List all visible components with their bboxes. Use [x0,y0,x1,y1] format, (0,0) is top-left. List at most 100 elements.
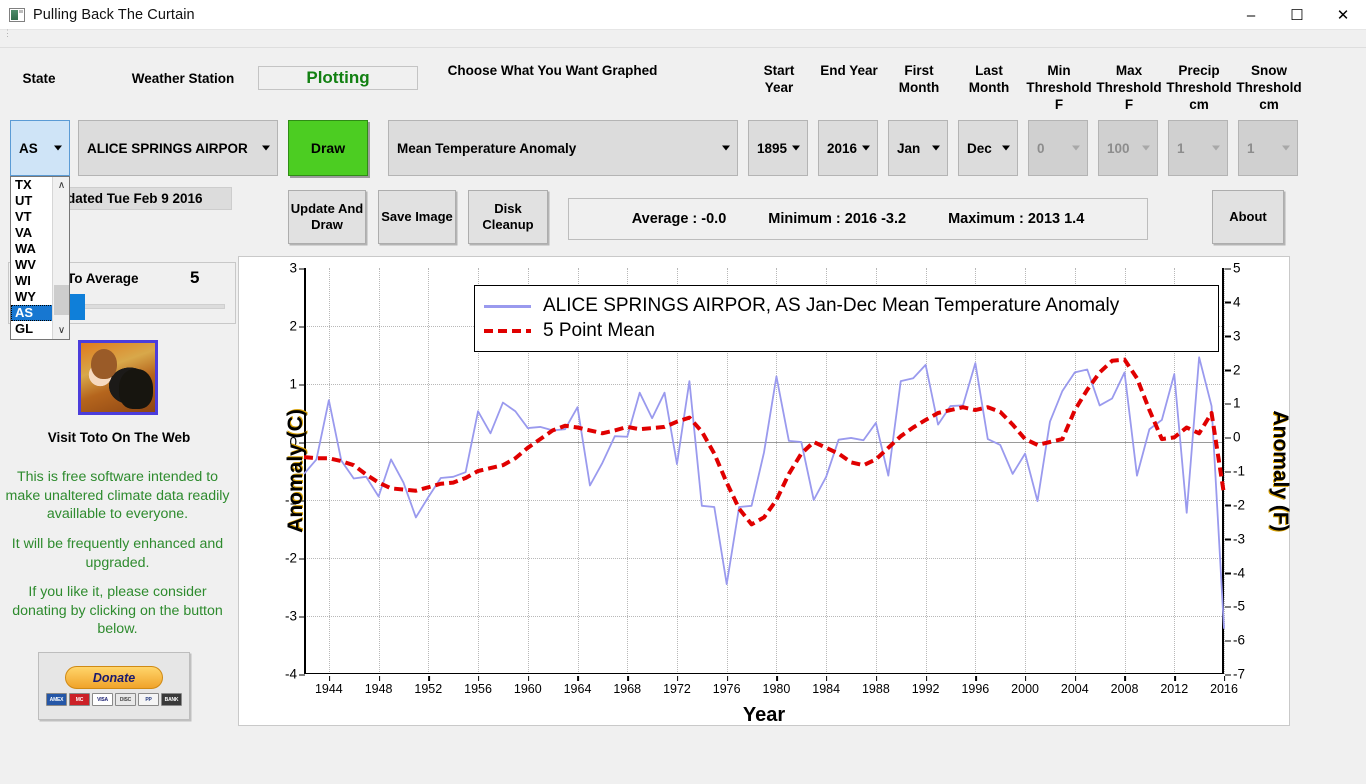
max-threshold-select[interactable]: 100 [1098,120,1158,176]
x-tick-1988: 1988 [861,676,890,696]
window-controls: – ☐ ✕ [1228,0,1366,30]
end-year-value: 2016 [827,140,858,156]
x-tick-2016: 2016 [1210,676,1238,696]
state-dropdown-list[interactable]: TX UT VT VA WA WV WI WY AS GL ∧ ∨ [10,176,70,340]
points-to-average-value: 5 [190,268,200,287]
window-title-bar: Pulling Back The Curtain – ☐ ✕ [0,0,1366,30]
precip-threshold-select[interactable]: 1 [1168,120,1228,176]
stat-maximum: Maximum : 2013 1.4 [948,211,1085,227]
update-and-draw-button[interactable]: Update And Draw [288,190,366,244]
series-line-anomaly [304,357,1224,628]
chart-panel: 3 2 1 0 -1 -2 -3 -4 5 4 3 2 1 0 -1 -2 -3 -4 -5 -6 -7 1944 19… [238,256,1292,727]
snow-threshold-value: 1 [1247,140,1255,156]
precip-threshold-value: 1 [1177,140,1185,156]
x-tick-2008: 2008 [1110,676,1139,696]
x-tick-1996: 1996 [961,676,990,696]
close-icon[interactable]: ✕ [1320,0,1366,30]
chevron-down-icon [1212,145,1220,151]
label-state: State [22,71,56,86]
scroll-down-icon[interactable]: ∨ [53,322,69,339]
weather-station-select[interactable]: ALICE SPRINGS AIRPOR [78,120,278,176]
end-year-select[interactable]: 2016 [818,120,878,176]
label-precip-threshold: Precip Threshold cm [1166,63,1232,112]
label-choose-graph: Choose What You Want Graphed [447,63,658,78]
x-tick-1972: 1972 [663,676,691,696]
about-button[interactable]: About [1212,190,1284,244]
label-end-year: End Year [820,63,878,78]
min-threshold-value: 0 [1037,140,1045,156]
x-tick-1948: 1948 [364,676,393,696]
y-tick-left-2: 2 [289,318,305,334]
y-tick-right--6: -6 [1224,632,1246,648]
save-image-button[interactable]: Save Image [378,190,456,244]
draw-button[interactable]: Draw [288,120,368,176]
chart-legend: ALICE SPRINGS AIRPOR, AS Jan-Dec Mean Te… [474,285,1219,352]
x-tick-2004: 2004 [1060,676,1089,696]
blurb-line-2: It will be frequently enhanced and upgra… [11,536,224,571]
min-threshold-select[interactable]: 0 [1028,120,1088,176]
chevron-down-icon [792,145,800,151]
chevron-down-icon [1072,145,1080,151]
legend-line-swatch [484,304,531,308]
disk-cleanup-button[interactable]: Disk Cleanup [468,190,548,244]
chevron-down-icon [1282,145,1290,151]
x-tick-1980: 1980 [762,676,791,696]
stat-average: Average : -0.0 [631,211,727,227]
label-min-threshold: Min Threshold F [1026,63,1092,112]
state-select[interactable]: AS [10,120,70,176]
scroll-up-icon[interactable]: ∧ [53,177,69,194]
snow-threshold-select[interactable]: 1 [1238,120,1298,176]
statistics-bar: Average : -0.0 Minimum : 2016 -3.2 Maxim… [568,198,1148,240]
x-tick-1956: 1956 [464,676,492,696]
label-first-month: First Month [898,63,940,95]
donate-button[interactable]: Donate [65,666,163,689]
y-axis-right-label: Anomaly (F) [1269,410,1292,532]
label-weather-station: Weather Station [131,71,235,86]
x-tick-1984: 1984 [812,676,841,696]
legend-entry-mean: 5 Point Mean [484,320,1209,342]
maximize-icon[interactable]: ☐ [1274,0,1320,30]
y-tick-right--3: -3 [1224,531,1246,547]
mastercard-icon: MC [69,693,90,706]
start-year-select[interactable]: 1895 [748,120,808,176]
x-tick-1952: 1952 [414,676,443,696]
x-tick-2012: 2012 [1160,676,1189,696]
y-tick-right-2: 2 [1225,362,1241,377]
toto-photo [78,340,158,415]
legend-label-mean: 5 Point Mean [543,320,655,341]
last-month-select[interactable]: Dec [958,120,1018,176]
y-tick-right-0: 0 [1225,429,1241,445]
y-tick-left--2: -2 [284,550,306,566]
legend-entry-series: ALICE SPRINGS AIRPOR, AS Jan-Dec Mean Te… [484,295,1209,317]
paypal-icon: PP [138,693,159,706]
discover-card-icon: DISC [115,693,136,706]
chevron-down-icon [54,145,62,151]
chevron-down-icon [262,145,270,151]
scrollbar-thumb[interactable] [54,285,69,315]
blurb-line-1: This is free software intended to make u… [5,469,230,522]
x-axis-label: Year [742,704,786,726]
graph-type-select[interactable]: Mean Temperature Anomaly [388,120,738,176]
y-tick-left--4: -4 [284,666,306,682]
y-tick-right--2: -2 [1224,497,1246,513]
first-month-select[interactable]: Jan [888,120,948,176]
start-year-value: 1895 [757,140,788,156]
max-threshold-value: 100 [1107,140,1130,156]
window-title: Pulling Back The Curtain [33,6,195,23]
y-tick-right--7: -7 [1224,666,1246,682]
plot-area: 3 2 1 0 -1 -2 -3 -4 5 4 3 2 1 0 -1 -2 -3 -4 -5 -6 -7 1944 19… [284,261,1292,727]
blurb-line-3: If you like it, please consider donating… [12,584,223,637]
y-tick-left-3: 3 [289,260,305,276]
y-tick-right--5: -5 [1224,598,1246,614]
points-to-average-slider-thumb[interactable] [68,294,85,320]
label-last-month: Last Month [968,63,1010,95]
first-month-value: Jan [897,140,921,156]
donate-panel[interactable]: Donate AMEX MC VISA DISC PP BANK [38,652,190,720]
y-axis-left-label: Anomaly (C) [284,409,307,533]
toto-web-link[interactable]: Visit Toto On The Web [0,430,238,445]
dropdown-scrollbar[interactable]: ∧ ∨ [52,177,69,339]
minimize-icon[interactable]: – [1228,0,1274,30]
app-window-icon [9,7,25,22]
graph-type-value: Mean Temperature Anomaly [397,140,577,156]
x-tick-1944: 1944 [314,676,343,696]
